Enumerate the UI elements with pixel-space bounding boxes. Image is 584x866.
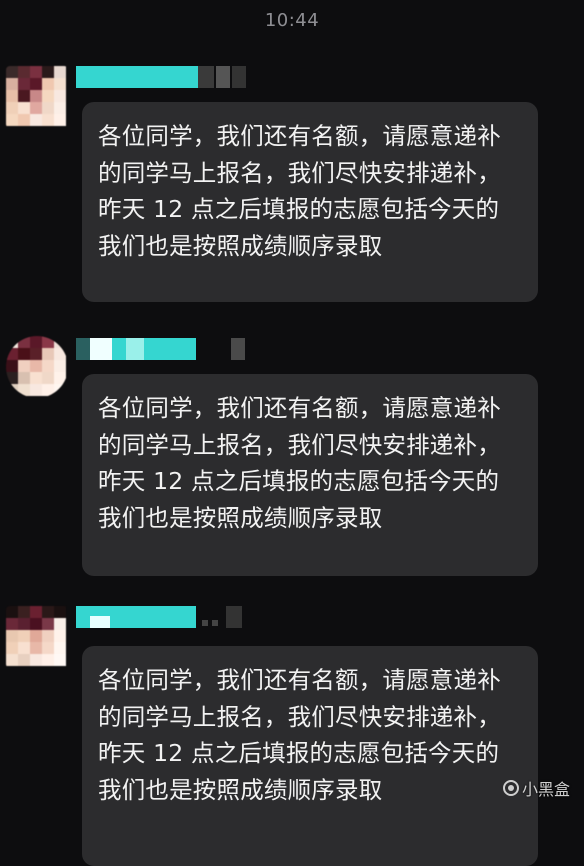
message-bubble[interactable]: 各位同学，我们还有名额，请愿意递补的同学马上报名，我们尽快安排递补，昨天 12 … xyxy=(82,646,538,866)
sender-name-redacted xyxy=(76,66,248,88)
avatar-pixelated[interactable] xyxy=(6,66,68,128)
avatar-pixelated[interactable] xyxy=(6,336,68,398)
avatar-pixelated[interactable] xyxy=(6,606,68,668)
watermark: 小黑盒 xyxy=(502,776,570,800)
sender-name-redacted xyxy=(76,338,248,360)
heybox-logo-icon xyxy=(502,780,519,796)
sender-name-redacted xyxy=(76,606,248,628)
message-text: 各位同学，我们还有名额，请愿意递补的同学马上报名，我们尽快安排递补，昨天 12 … xyxy=(98,394,507,532)
watermark-text: 小黑盒 xyxy=(521,780,570,799)
message-text: 各位同学，我们还有名额，请愿意递补的同学马上报名，我们尽快安排递补，昨天 12 … xyxy=(98,666,507,804)
message-bubble[interactable]: 各位同学，我们还有名额，请愿意递补的同学马上报名，我们尽快安排递补，昨天 12 … xyxy=(82,102,538,302)
message-bubble[interactable]: 各位同学，我们还有名额，请愿意递补的同学马上报名，我们尽快安排递补，昨天 12 … xyxy=(82,374,538,576)
message-text: 各位同学，我们还有名额，请愿意递补的同学马上报名，我们尽快安排递补，昨天 12 … xyxy=(98,122,507,260)
message-timestamp: 10:44 xyxy=(264,10,320,31)
